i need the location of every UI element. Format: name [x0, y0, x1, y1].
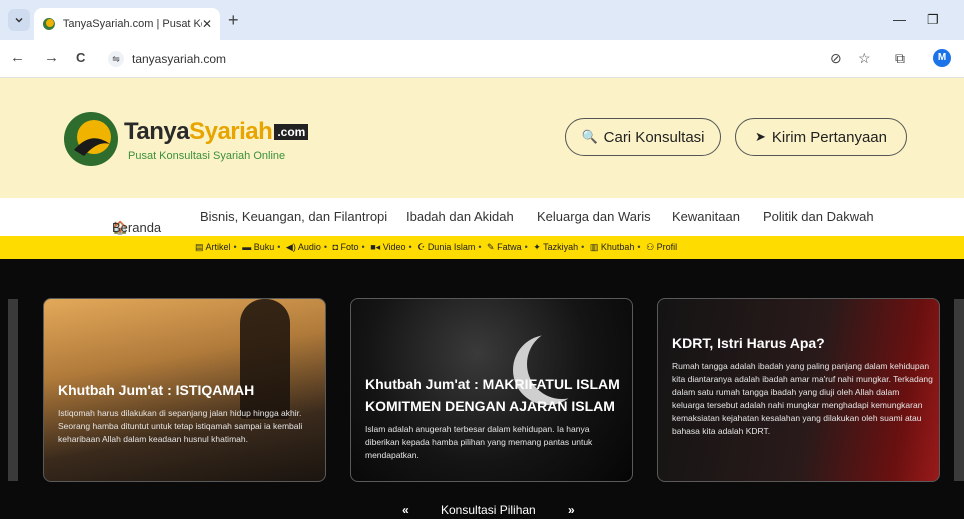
subnav-item-tazkiyah[interactable]: ✦ Tazkiyah: [533, 242, 578, 252]
site-header: TanyaSyariah .com Pusat Konsultasi Syaria…: [0, 78, 964, 198]
nav-item-keluarga[interactable]: Keluarga dan Waris: [537, 209, 651, 224]
subnav-item-buku[interactable]: ▬ Buku: [242, 242, 274, 252]
extensions-icon[interactable]: ⧉: [895, 50, 905, 67]
card-excerpt: Istiqomah harus dilakukan di sepanjang j…: [58, 408, 303, 444]
subnav-label: Buku: [253, 242, 275, 252]
carousel-prev-button[interactable]: «: [402, 503, 409, 517]
nav-item-bisnis[interactable]: Bisnis, Keuangan, dan Filantropi: [200, 209, 387, 224]
forward-button[interactable]: →: [44, 50, 59, 66]
card-title[interactable]: Khutbah Jum'at : ISTIQAMAH: [58, 379, 318, 401]
url-text[interactable]: tanyasyariah.com: [132, 52, 226, 66]
site-favicon-icon: [42, 18, 55, 30]
subnav-label: Artikel: [205, 242, 231, 252]
subnav-item-foto[interactable]: ◘ Foto: [333, 242, 359, 252]
bookmark-star-icon[interactable]: ☆: [858, 50, 871, 67]
carousel-next-peek[interactable]: [954, 299, 964, 481]
card-title[interactable]: Khutbah Jum'at : MAKRIFATUL ISLAM KOMITM…: [365, 373, 632, 417]
document-icon: ▥: [589, 242, 599, 252]
carousel-card[interactable]: KDRT, Istri Harus Apa? Rumah tangga adal…: [657, 298, 940, 482]
carousel-card[interactable]: Khutbah Jum'at : ISTIQAMAH Istiqomah har…: [43, 298, 326, 482]
nav-item-kewanitaan[interactable]: Kewanitaan: [672, 209, 740, 224]
search-consultation-label: Cari Konsultasi: [603, 128, 705, 146]
secondary-nav-items: ▤ Artikel • ▬ Buku • ◀) Audio • ◘ Foto • ■◂ …: [195, 242, 678, 252]
search-icon: 🔍: [581, 129, 598, 144]
logo-text-tanya: Tanya: [124, 118, 190, 145]
secondary-navigation: ▤ Artikel • ▬ Buku • ◀) Audio • ◘ Foto • ■◂ …: [0, 236, 964, 259]
chevron-down-icon: [15, 17, 23, 23]
minimize-button[interactable]: —: [893, 12, 906, 27]
subnav-item-khutbah[interactable]: ▥ Khutbah: [590, 242, 635, 252]
tab-title: TanyaSyariah.com | Pusat Konsu: [62, 18, 202, 30]
profile-avatar[interactable]: M: [933, 49, 951, 67]
subnav-label: Khutbah: [600, 242, 635, 252]
reload-button[interactable]: C: [76, 50, 85, 66]
card-excerpt: Rumah tangga adalah ibadah yang paling p…: [672, 361, 933, 436]
gavel-icon: ✎: [487, 242, 495, 252]
logo-text-com: .com: [274, 124, 309, 140]
carousel-prev-peek[interactable]: [8, 299, 18, 481]
card-excerpt: Islam adalah anugerah terbesar dalam keh…: [365, 424, 593, 460]
address-bar[interactable]: ⇋ tanyasyariah.com: [100, 46, 890, 72]
site-logo-text[interactable]: TanyaSyariah .com: [124, 118, 309, 146]
person-icon: ✦: [533, 242, 541, 252]
audio-icon: ◀): [285, 242, 296, 252]
new-tab-button[interactable]: +: [228, 11, 239, 29]
video-icon: ■◂: [370, 242, 381, 252]
send-question-button[interactable]: ➤ Kirim Pertanyaan: [735, 118, 907, 156]
camera-icon: ◘: [332, 242, 338, 252]
crescent-icon: ☪: [417, 242, 426, 252]
subnav-item-artikel[interactable]: ▤ Artikel: [195, 242, 231, 252]
carousel-next-button[interactable]: »: [568, 503, 575, 517]
nav-item-politik[interactable]: Politik dan Dakwah: [763, 209, 874, 224]
subnav-label: Profil: [656, 242, 678, 252]
back-button[interactable]: ←: [10, 50, 25, 66]
main-navigation: 🏠 Beranda Bisnis, Keuangan, dan Filantro…: [0, 198, 964, 236]
subnav-label: Tazkiyah: [543, 242, 579, 252]
article-icon: ▤: [195, 242, 204, 252]
subnav-label: Dunia Islam: [427, 242, 476, 252]
subnav-item-fatwa[interactable]: ✎ Fatwa: [487, 242, 522, 252]
carousel-label: Konsultasi Pilihan: [441, 503, 536, 517]
subnav-item-video[interactable]: ■◂ Video: [370, 242, 405, 252]
eye-off-icon[interactable]: ⊘: [830, 50, 842, 67]
nav-item-ibadah[interactable]: Ibadah dan Akidah: [406, 209, 514, 224]
users-icon: ⚇: [646, 242, 655, 252]
book-icon: ▬: [242, 242, 252, 252]
site-logo-icon[interactable]: [62, 110, 120, 168]
restore-button[interactable]: ❐: [927, 12, 939, 28]
subnav-label: Video: [382, 242, 406, 252]
send-icon: ➤: [755, 129, 766, 144]
logo-text-syariah: Syariah: [189, 118, 273, 145]
subnav-label: Foto: [340, 242, 359, 252]
browser-tab[interactable]: TanyaSyariah.com | Pusat Konsu ✕: [34, 8, 220, 40]
site-info-icon[interactable]: ⇋: [108, 51, 124, 67]
search-consultation-button[interactable]: 🔍 Cari Konsultasi: [565, 118, 721, 156]
card-image: [240, 299, 290, 419]
tab-strip: TanyaSyariah.com | Pusat Konsu ✕ + — ❐: [0, 0, 964, 40]
nav-item-label: Beranda: [112, 220, 162, 235]
tab-close-icon[interactable]: ✕: [202, 17, 212, 31]
subnav-label: Fatwa: [497, 242, 522, 252]
card-title[interactable]: KDRT, Istri Harus Apa?: [672, 332, 932, 354]
logo-tagline: Pusat Konsultasi Syariah Online: [128, 150, 286, 162]
subnav-item-profil[interactable]: ⚇ Profil: [646, 242, 677, 252]
send-question-label: Kirim Pertanyaan: [771, 128, 887, 146]
subnav-item-audio[interactable]: ◀) Audio: [286, 242, 321, 252]
subnav-item-dunia-islam[interactable]: ☪ Dunia Islam: [417, 242, 475, 252]
tab-search-button[interactable]: [8, 9, 30, 31]
subnav-label: Audio: [297, 242, 321, 252]
carousel-card[interactable]: Khutbah Jum'at : MAKRIFATUL ISLAM KOMITM…: [350, 298, 633, 482]
featured-carousel: Khutbah Jum'at : ISTIQAMAH Istiqomah har…: [0, 259, 964, 519]
browser-toolbar: ← → C ⇋ tanyasyariah.com ⊘ ☆ ⧉: [0, 40, 964, 78]
